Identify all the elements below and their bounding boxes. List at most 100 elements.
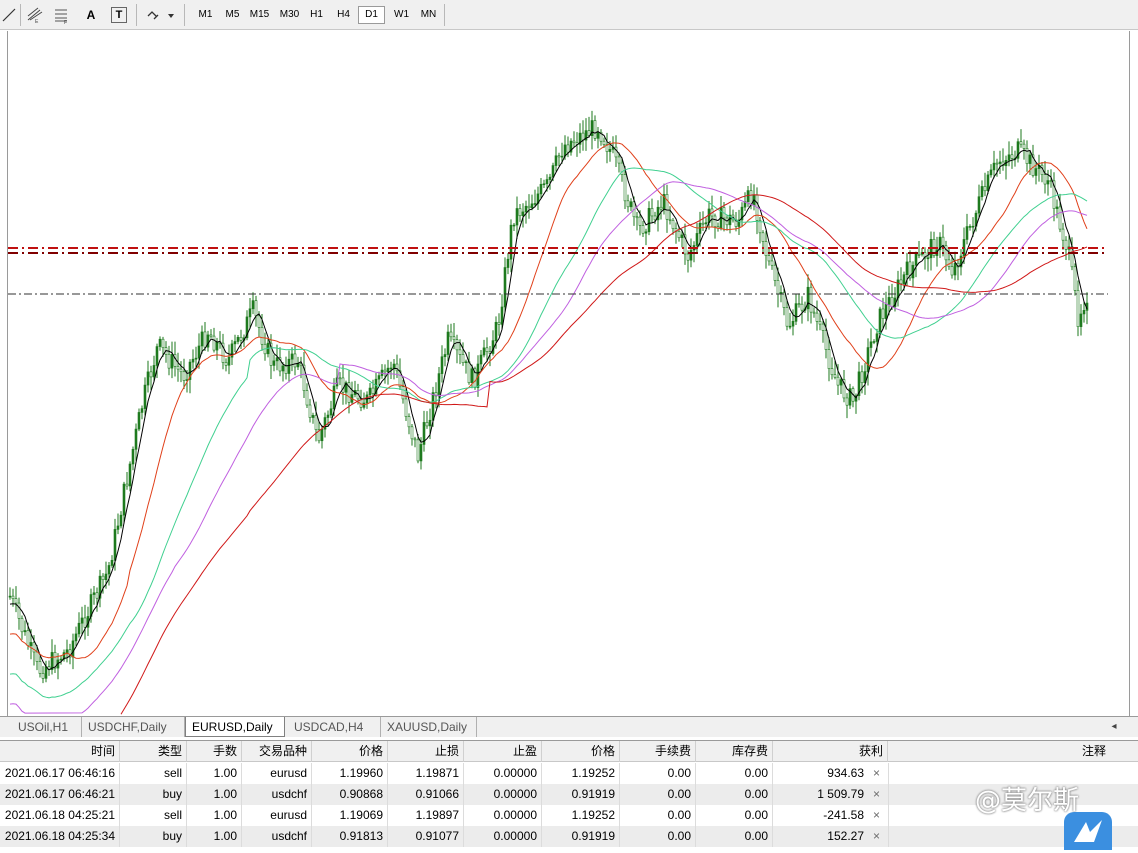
candle-body — [113, 529, 117, 561]
arrows-icon[interactable] — [144, 6, 176, 24]
table-cell: 1.19252 — [542, 763, 620, 784]
candle-body — [521, 211, 525, 217]
candle-body — [1010, 154, 1014, 159]
price-chart[interactable] — [7, 31, 1130, 716]
column-header[interactable]: 手续费 — [620, 741, 696, 762]
chart-tab-usdcad[interactable]: USDCAD,H4 — [288, 717, 381, 737]
chart-tab-usdchf[interactable]: USDCHF,Daily — [82, 717, 185, 737]
chart-tab-eurusd[interactable]: EURUSD,Daily — [185, 717, 285, 737]
candle-body — [797, 303, 801, 305]
timeframe-button-mn[interactable]: MN — [415, 6, 442, 24]
close-position-icon[interactable]: × — [873, 763, 880, 784]
text-label-icon[interactable]: T — [111, 7, 127, 23]
candle-body — [968, 226, 972, 228]
candle-body — [884, 304, 888, 319]
close-position-icon[interactable]: × — [873, 784, 880, 805]
terminal-trade-table: 时间 类型 手数 交易品种 价格 止损 止盈 价格 手续费 库存费 获利 注释 2021.06.17 … — [0, 740, 1138, 851]
candle-body — [107, 565, 111, 575]
table-header: 时间 类型 手数 交易品种 价格 止损 止盈 价格 手续费 库存费 获利 注释 — [0, 741, 1138, 762]
table-cell: 1.19897 — [388, 805, 464, 826]
candle-body — [308, 404, 312, 418]
table-row[interactable]: 2021.06.17 06:46:21 buy 1.00 usdchf 0.90868 0… — [0, 784, 1138, 805]
candle-body — [227, 356, 231, 366]
column-header[interactable]: 手数 — [187, 741, 242, 762]
candle-body — [899, 279, 903, 285]
candle-body — [548, 176, 552, 180]
chart-tab-xauusd[interactable]: XAUUSD,Daily — [381, 717, 477, 737]
candle-body — [617, 156, 621, 164]
table-row[interactable]: 2021.06.18 04:25:21 sell 1.00 eurusd 1.19069… — [0, 805, 1138, 826]
candle-body — [887, 297, 891, 305]
column-header[interactable]: 止盈 — [464, 741, 542, 762]
table-cell: 0.00000 — [464, 784, 542, 805]
column-header[interactable]: 类型 — [120, 741, 187, 762]
close-position-icon[interactable]: × — [873, 805, 880, 826]
candle-body — [17, 602, 21, 619]
table-cell: 152.27 — [827, 829, 864, 843]
candle-body — [26, 630, 30, 646]
table-row[interactable]: 2021.06.18 04:25:34 buy 1.00 usdchf 0.91813 0… — [0, 826, 1138, 847]
table-cell: 0.91813 — [312, 826, 388, 847]
candle-body — [44, 666, 48, 679]
candle-body — [527, 205, 531, 209]
candle-body — [986, 174, 990, 192]
candle-body — [446, 331, 450, 355]
timeframe-button-h1[interactable]: H1 — [303, 6, 330, 24]
candle-body — [878, 308, 882, 335]
column-header[interactable]: 注释 — [888, 741, 1124, 762]
candle-body — [1079, 313, 1083, 327]
candle-body — [485, 347, 489, 352]
timeframe-button-m30[interactable]: M30 — [276, 6, 303, 24]
candle-body — [902, 274, 906, 285]
candle-body — [368, 387, 372, 396]
table-cell: 0.00 — [620, 784, 696, 805]
column-header[interactable]: 库存费 — [696, 741, 773, 762]
candle-body — [641, 225, 645, 234]
timeframe-button-m5[interactable]: M5 — [219, 6, 246, 24]
timeframe-button-h4[interactable]: H4 — [330, 6, 357, 24]
candle-body — [314, 415, 318, 430]
fibonacci-fan-icon[interactable]: F — [53, 6, 71, 26]
table-cell: 0.00 — [696, 805, 773, 826]
candle-body — [455, 339, 459, 351]
column-header[interactable]: 获利 — [773, 741, 888, 762]
candle-body — [671, 219, 675, 229]
timeframe-button-m15[interactable]: M15 — [246, 6, 273, 24]
timeframe-button-d1[interactable]: D1 — [358, 6, 385, 24]
column-header[interactable]: 价格 — [312, 741, 388, 762]
candle-body — [1007, 154, 1011, 161]
column-header[interactable]: 时间 — [0, 741, 120, 762]
moving-average-line-2 — [9, 142, 1088, 659]
candle-body — [458, 349, 462, 355]
timeframe-button-m1[interactable]: M1 — [192, 6, 219, 24]
candle-body — [629, 201, 633, 208]
candle-body — [149, 371, 153, 378]
close-position-icon[interactable]: × — [873, 826, 880, 847]
candle-body — [530, 203, 534, 209]
table-cell: usdchf — [242, 784, 312, 805]
candle-body — [971, 225, 975, 228]
candle-body — [1046, 180, 1050, 185]
text-tool-icon[interactable]: A — [84, 6, 98, 24]
candle-body — [572, 140, 576, 144]
candle-body — [812, 311, 816, 314]
chart-tab-usoil[interactable]: USOil,H1 — [12, 717, 82, 737]
line-tool-icon[interactable] — [2, 6, 16, 24]
candle-body — [809, 286, 813, 313]
candle-body — [437, 373, 441, 397]
table-row[interactable]: 2021.06.17 06:46:16 sell 1.00 eurusd 1.19960… — [0, 763, 1138, 784]
candle-body — [608, 149, 612, 152]
fibonacci-icon[interactable]: E — [26, 6, 44, 25]
candle-body — [14, 598, 18, 604]
column-header[interactable]: 价格 — [542, 741, 620, 762]
candle-body — [170, 354, 174, 369]
tab-scroll-left-icon[interactable]: ◂ — [1108, 719, 1120, 735]
candle-body — [305, 390, 309, 406]
candle-body — [950, 266, 954, 276]
timeframe-button-w1[interactable]: W1 — [388, 6, 415, 24]
candle-body — [251, 300, 255, 310]
column-header[interactable]: 止损 — [388, 741, 464, 762]
column-header[interactable]: 交易品种 — [242, 741, 312, 762]
table-cell: eurusd — [242, 763, 312, 784]
candle-body — [152, 365, 156, 378]
